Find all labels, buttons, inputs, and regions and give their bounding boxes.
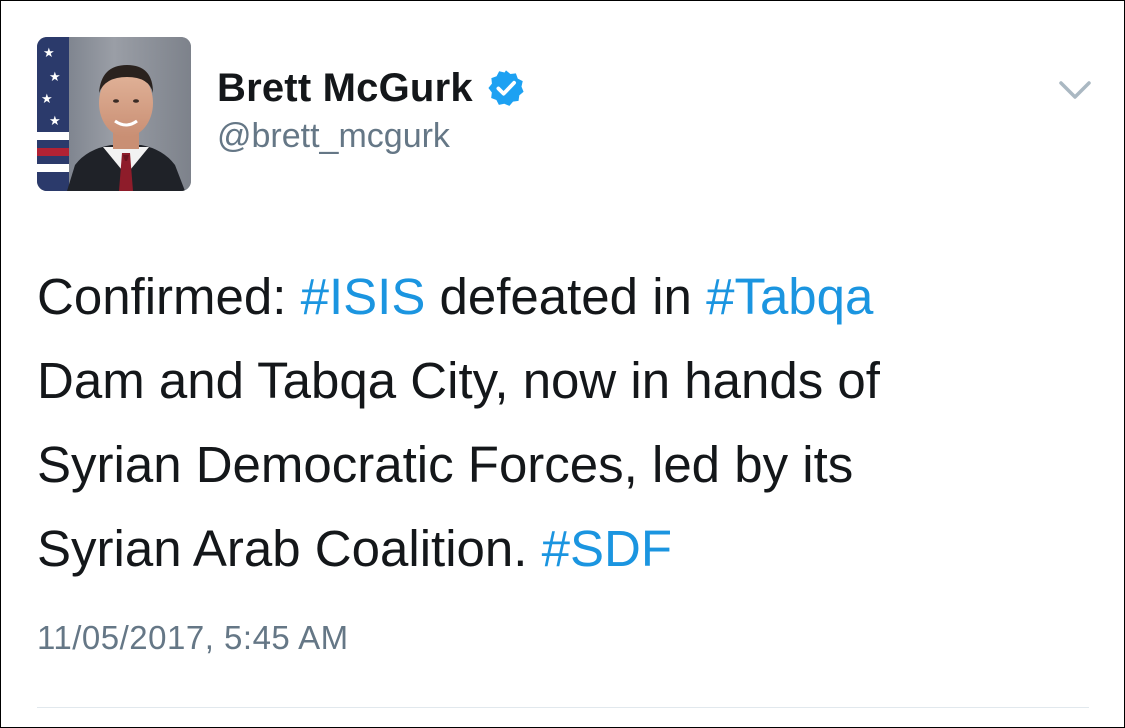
- tweet-text-line: Dam and Tabqa City, now in hands of: [37, 339, 1097, 423]
- tweet-text-segment: Syrian Arab Coalition.: [37, 520, 542, 577]
- author-display-name[interactable]: Brett McGurk: [217, 66, 473, 111]
- author-handle[interactable]: @brett_mcgurk: [217, 117, 450, 156]
- tweet-text-line: Confirmed: #ISIS defeated in #Tabqa: [37, 255, 1097, 339]
- tweet-timestamp[interactable]: 11/05/2017, 5:45 AM: [37, 619, 349, 657]
- svg-text:★: ★: [41, 92, 53, 107]
- hashtag-link[interactable]: #Tabqa: [706, 268, 873, 325]
- tweet-card: ★ ★ ★ ★ Brett McGurk @brett_mcgurk Confi…: [0, 0, 1125, 728]
- avatar[interactable]: ★ ★ ★ ★: [37, 37, 191, 191]
- hashtag-link[interactable]: #ISIS: [301, 268, 426, 325]
- tweet-text-line: Syrian Arab Coalition. #SDF: [37, 507, 1097, 591]
- avatar-photo: ★ ★ ★ ★: [37, 37, 191, 191]
- tweet-text-segment: defeated in: [425, 268, 707, 325]
- divider: [37, 707, 1089, 708]
- svg-text:★: ★: [43, 46, 55, 61]
- hashtag-link[interactable]: #SDF: [542, 520, 672, 577]
- svg-text:★: ★: [49, 114, 61, 129]
- tweet-text-segment: Dam and Tabqa City, now in hands of: [37, 352, 880, 409]
- svg-text:★: ★: [49, 70, 61, 85]
- tweet-text-segment: Syrian Democratic Forces, led by its: [37, 436, 854, 493]
- verified-badge-icon: [487, 69, 525, 107]
- tweet-text-line: Syrian Democratic Forces, led by its: [37, 423, 1097, 507]
- chevron-down-icon[interactable]: [1057, 75, 1093, 105]
- tweet-text-segment: Confirmed:: [37, 268, 301, 325]
- author-name-row: Brett McGurk: [217, 65, 525, 111]
- tweet-text: Confirmed: #ISIS defeated in #Tabqa Dam a…: [37, 255, 1097, 591]
